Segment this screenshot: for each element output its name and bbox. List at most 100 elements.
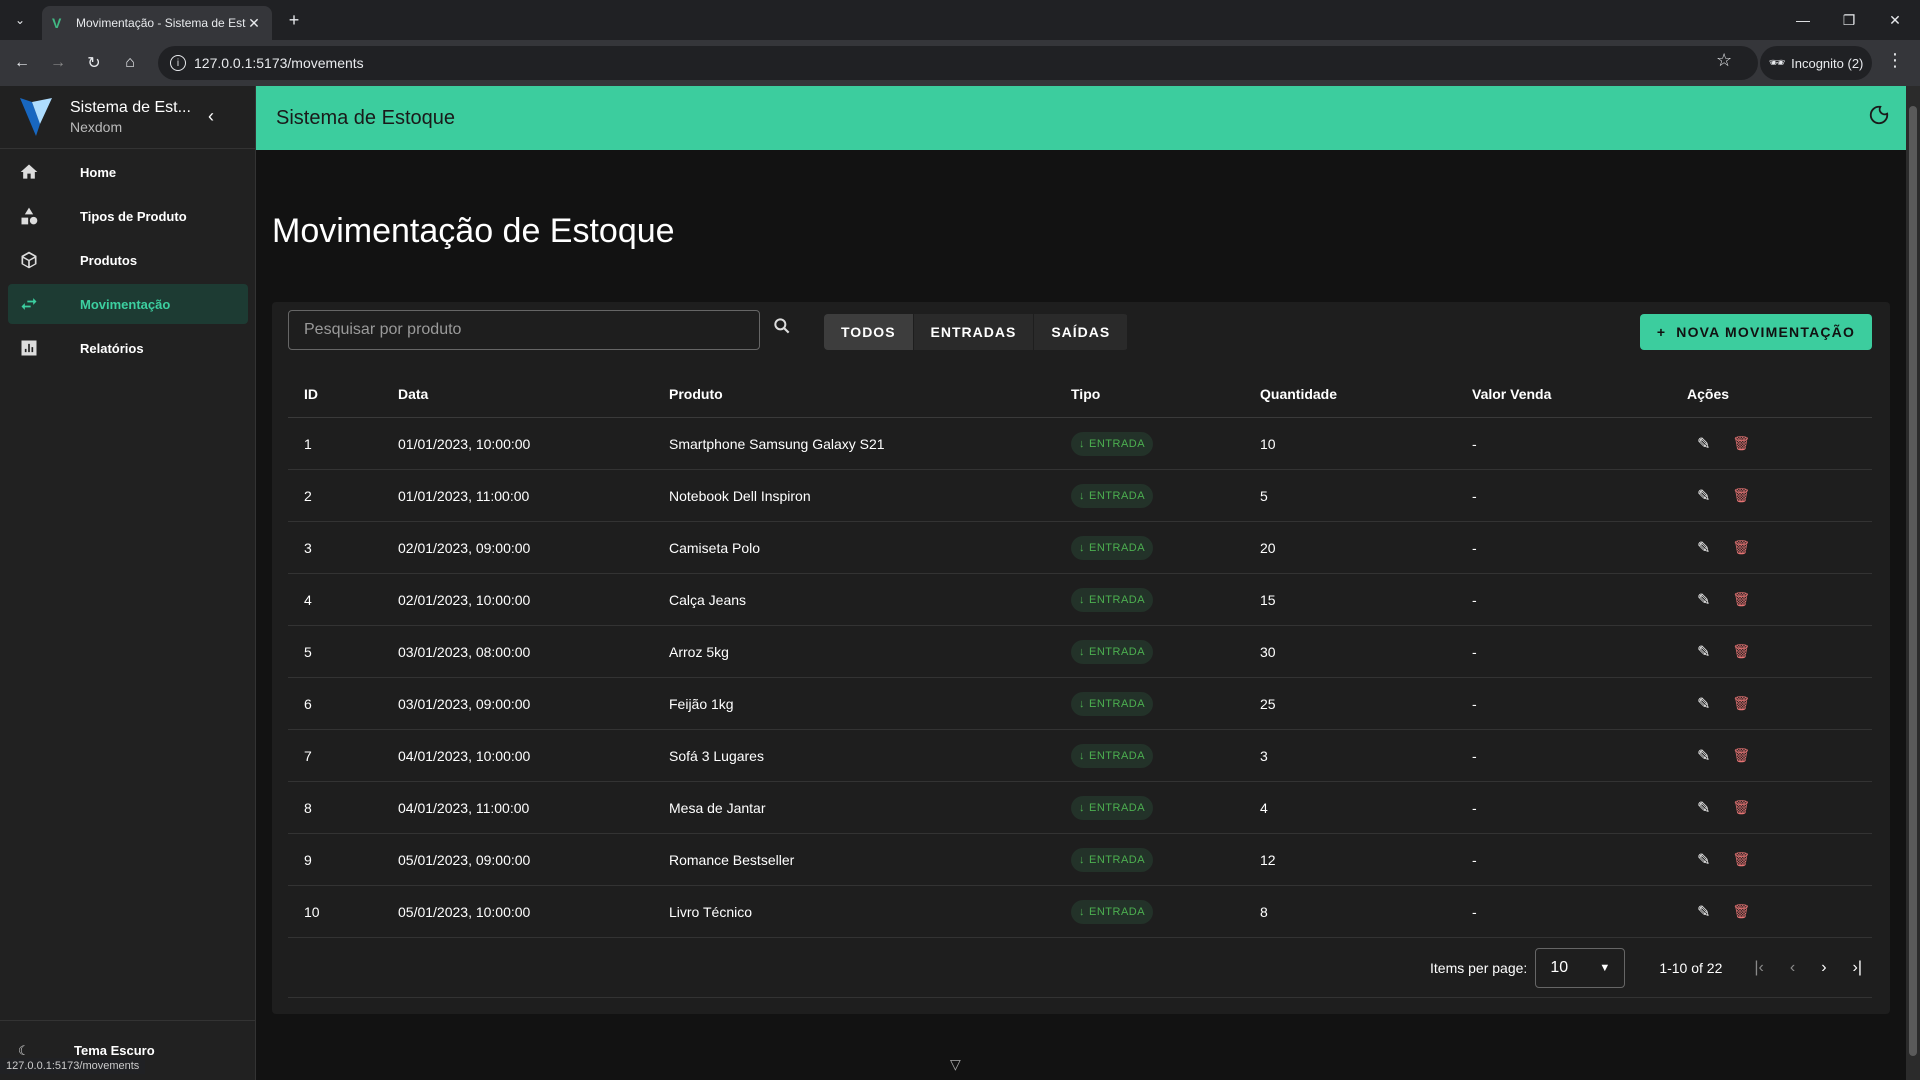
home-button[interactable]: ⌂ bbox=[116, 49, 144, 77]
search-icon[interactable] bbox=[772, 316, 792, 341]
cell-valor-venda: - bbox=[1472, 435, 1477, 452]
collapse-sidebar-icon[interactable]: ‹ bbox=[208, 106, 214, 127]
delete-trash-icon[interactable]: 🗑 bbox=[1732, 695, 1750, 712]
tipo-label: ENTRADA bbox=[1089, 905, 1146, 918]
restore-button[interactable]: ❐ bbox=[1826, 0, 1872, 40]
app-title: Sistema de Est... bbox=[70, 99, 191, 116]
delete-trash-icon[interactable]: 🗑 bbox=[1732, 487, 1750, 504]
prev-page-icon[interactable]: ‹ bbox=[1790, 959, 1795, 977]
table-row: 2 01/01/2023, 11:00:00 Notebook Dell Inspi… bbox=[288, 470, 1872, 522]
page-scrollbar[interactable] bbox=[1906, 86, 1920, 1080]
edit-pencil-icon[interactable]: ✎ bbox=[1697, 902, 1710, 922]
cell-produto: Notebook Dell Inspiron bbox=[669, 487, 811, 504]
tab-search-button[interactable]: ⌄ bbox=[8, 8, 32, 32]
theme-toggle-icon[interactable] bbox=[1868, 104, 1890, 132]
header-tipo[interactable]: Tipo bbox=[1071, 386, 1260, 402]
filter-todos[interactable]: TODOS bbox=[824, 314, 914, 350]
tipo-label: ENTRADA bbox=[1089, 541, 1146, 554]
delete-trash-icon[interactable]: 🗑 bbox=[1732, 643, 1750, 660]
reload-button[interactable]: ↻ bbox=[80, 49, 108, 77]
edit-pencil-icon[interactable]: ✎ bbox=[1697, 746, 1710, 766]
items-per-page-label: Items per page: bbox=[1430, 959, 1528, 976]
cell-produto: Romance Bestseller bbox=[669, 851, 795, 868]
tipo-chip: ↓ ENTRADA bbox=[1071, 847, 1154, 872]
close-window-button[interactable]: ✕ bbox=[1872, 0, 1918, 40]
cell-produto: Mesa de Jantar bbox=[669, 799, 766, 816]
tipo-label: ENTRADA bbox=[1089, 749, 1146, 762]
edit-pencil-icon[interactable]: ✎ bbox=[1697, 798, 1710, 818]
url-field[interactable]: i 127.0.0.1:5173/movements bbox=[158, 46, 1758, 80]
delete-trash-icon[interactable]: 🗑 bbox=[1732, 851, 1750, 868]
site-info-icon[interactable]: i bbox=[170, 55, 186, 71]
header-id[interactable]: ID bbox=[288, 386, 398, 402]
sidebar-item-label: Produtos bbox=[80, 252, 138, 268]
sidebar-item-home[interactable]: Home bbox=[8, 152, 248, 192]
delete-trash-icon[interactable]: 🗑 bbox=[1732, 799, 1750, 816]
delete-trash-icon[interactable]: 🗑 bbox=[1732, 903, 1750, 920]
edit-pencil-icon[interactable]: ✎ bbox=[1697, 694, 1710, 714]
incognito-badge[interactable]: 🕶 Incognito (2) bbox=[1760, 46, 1872, 80]
cell-id: 3 bbox=[304, 539, 312, 556]
cell-valor-venda: - bbox=[1472, 643, 1477, 660]
cell-produto: Livro Técnico bbox=[669, 903, 753, 920]
items-per-page-select[interactable]: 10 ▼ bbox=[1535, 947, 1626, 988]
edit-pencil-icon[interactable]: ✎ bbox=[1697, 590, 1710, 610]
search-input[interactable]: Pesquisar por produto bbox=[288, 310, 760, 350]
forward-button[interactable]: → bbox=[44, 49, 72, 77]
cell-valor-venda: - bbox=[1472, 747, 1477, 764]
edit-pencil-icon[interactable]: ✎ bbox=[1697, 850, 1710, 870]
table-footer: Items per page: 10 ▼ 1-10 of 22 |‹ ‹ › ›… bbox=[288, 938, 1872, 998]
address-bar: ← → ↻ ⌂ i 127.0.0.1:5173/movements ☆ 🕶 I… bbox=[0, 40, 1920, 86]
close-tab-icon[interactable]: ✕ bbox=[246, 15, 262, 32]
package-icon bbox=[18, 249, 40, 271]
browser-menu-icon[interactable]: ⋮ bbox=[1886, 50, 1904, 71]
sidebar-item-label: Movimentação bbox=[80, 296, 171, 312]
edit-pencil-icon[interactable]: ✎ bbox=[1697, 642, 1710, 662]
filter-saidas[interactable]: SAÍDAS bbox=[1034, 314, 1129, 350]
app-bar-title: Sistema de Estoque bbox=[276, 106, 455, 129]
sidebar-item-tipos-de-produto[interactable]: Tipos de Produto bbox=[8, 196, 248, 236]
edit-pencil-icon[interactable]: ✎ bbox=[1697, 538, 1710, 558]
cell-id: 8 bbox=[304, 799, 312, 816]
header-produto[interactable]: Produto bbox=[669, 386, 1071, 402]
delete-trash-icon[interactable]: 🗑 bbox=[1732, 435, 1750, 452]
delete-trash-icon[interactable]: 🗑 bbox=[1732, 539, 1750, 556]
cell-quantidade: 15 bbox=[1260, 591, 1276, 608]
table-row: 3 02/01/2023, 09:00:00 Camiseta Polo ↓ ENTRA… bbox=[288, 522, 1872, 574]
minimize-button[interactable]: — bbox=[1780, 0, 1826, 40]
last-page-icon[interactable]: ›| bbox=[1853, 959, 1862, 977]
header-quantidade[interactable]: Quantidade bbox=[1260, 386, 1472, 402]
arrow-down-icon: ↓ bbox=[1079, 853, 1085, 866]
scrollbar-thumb[interactable] bbox=[1909, 106, 1917, 1056]
tipo-label: ENTRADA bbox=[1089, 645, 1146, 658]
arrow-down-icon: ↓ bbox=[1079, 437, 1085, 450]
delete-trash-icon[interactable]: 🗑 bbox=[1732, 591, 1750, 608]
new-tab-button[interactable]: + bbox=[282, 8, 306, 32]
sidebar-item-relatorios[interactable]: Relatórios bbox=[8, 328, 248, 368]
tipo-chip: ↓ ENTRADA bbox=[1071, 483, 1154, 508]
next-page-icon[interactable]: › bbox=[1821, 959, 1826, 977]
filter-entradas[interactable]: ENTRADAS bbox=[914, 314, 1035, 350]
cell-id: 4 bbox=[304, 591, 312, 608]
header-valor-venda[interactable]: Valor Venda bbox=[1472, 386, 1687, 402]
cell-produto: Arroz 5kg bbox=[669, 643, 729, 660]
cell-quantidade: 12 bbox=[1260, 851, 1276, 868]
shapes-icon bbox=[18, 205, 40, 227]
sidebar-item-movimentacao[interactable]: Movimentação bbox=[8, 284, 248, 324]
delete-trash-icon[interactable]: 🗑 bbox=[1732, 747, 1750, 764]
first-page-icon[interactable]: |‹ bbox=[1754, 959, 1763, 977]
sidebar-item-produtos[interactable]: Produtos bbox=[8, 240, 248, 280]
header-data[interactable]: Data bbox=[398, 386, 669, 402]
table-row: 6 03/01/2023, 09:00:00 Feijão 1kg ↓ ENTRADA 2… bbox=[288, 678, 1872, 730]
tipo-chip: ↓ ENTRADA bbox=[1071, 899, 1154, 924]
scroll-down-chevron-icon[interactable]: ▽ bbox=[950, 1056, 961, 1073]
back-button[interactable]: ← bbox=[8, 49, 36, 77]
cell-produto: Sofá 3 Lugares bbox=[669, 747, 764, 764]
edit-pencil-icon[interactable]: ✎ bbox=[1697, 434, 1710, 454]
browser-tab[interactable]: V Movimentação - Sistema de Est ✕ bbox=[42, 6, 272, 40]
tipo-label: ENTRADA bbox=[1089, 593, 1146, 606]
bookmark-star-icon[interactable]: ☆ bbox=[1716, 50, 1732, 71]
cell-produto: Calça Jeans bbox=[669, 591, 747, 608]
new-movement-button[interactable]: + NOVA MOVIMENTAÇÃO bbox=[1640, 314, 1872, 350]
edit-pencil-icon[interactable]: ✎ bbox=[1697, 486, 1710, 506]
